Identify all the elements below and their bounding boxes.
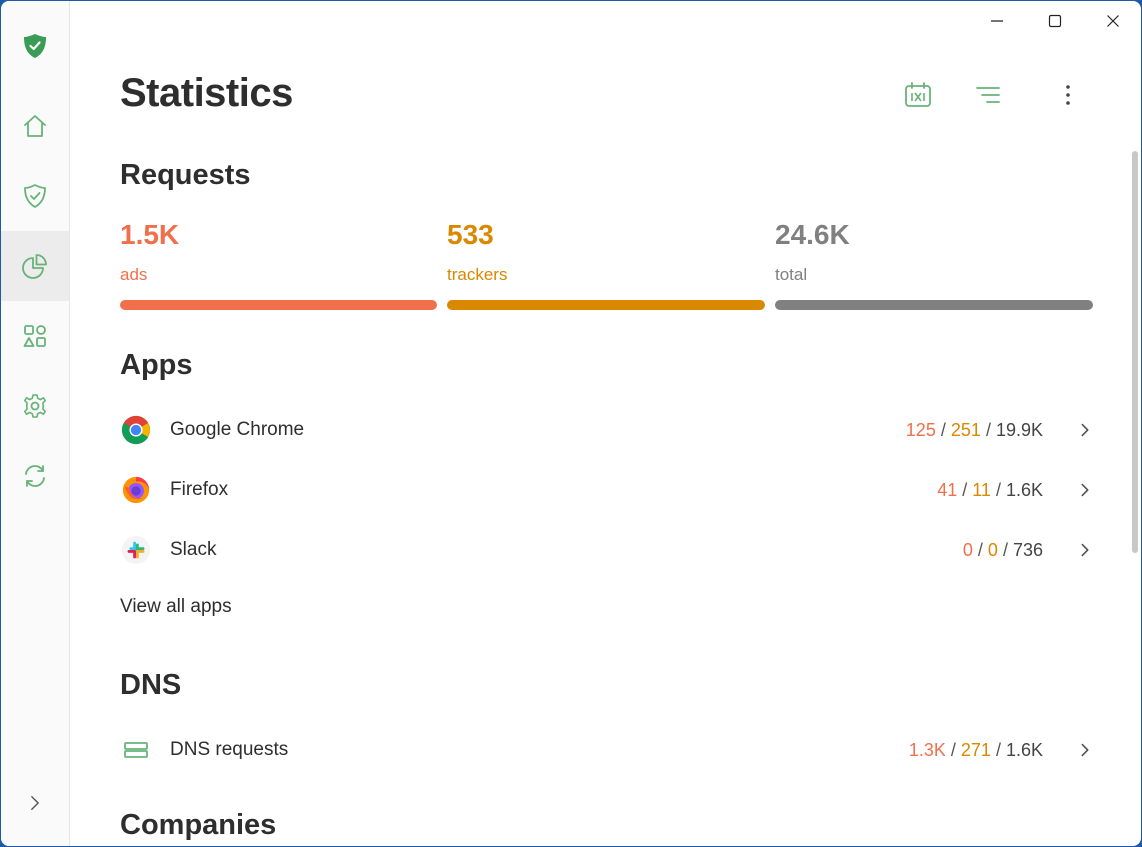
app-trackers-count: 251 (950, 419, 981, 440)
date-range-button[interactable] (900, 77, 936, 113)
dns-counts: 1.3K / 271 / 1.6K (909, 740, 1043, 761)
separator: / (962, 479, 973, 500)
total-bar (775, 300, 1093, 310)
separator: / (977, 539, 988, 560)
separator: / (940, 419, 951, 440)
trackers-label: trackers (447, 265, 508, 284)
sidebar-item-statistics[interactable] (1, 231, 69, 301)
apps-grid-icon (23, 325, 46, 347)
app-total-count: 19.9K (995, 419, 1043, 440)
trackers-stat[interactable]: 533 trackers (447, 219, 507, 285)
chevron-right-icon (1070, 475, 1100, 505)
view-all-apps-link[interactable]: View all apps (120, 596, 232, 618)
gear-icon (24, 394, 46, 418)
app-ads-count: 0 (962, 539, 973, 560)
app-row-chrome[interactable]: Google Chrome 125 / 251 / 19.9K (120, 410, 1100, 450)
ads-count: 1.5K (120, 219, 180, 250)
main-content: Statistics Requests 1.5K ads 533 tracker… (70, 1, 1141, 846)
separator: / (950, 739, 961, 760)
chevron-right-icon (1070, 415, 1100, 445)
app-counts: 0 / 0 / 736 (963, 540, 1043, 561)
app-total-count: 736 (1012, 539, 1043, 560)
total-stat[interactable]: 24.6K total (775, 219, 850, 285)
app-total-count: 1.6K (1005, 479, 1043, 500)
more-options-button[interactable] (1050, 77, 1086, 113)
chevron-right-icon (31, 796, 39, 810)
app-window: Statistics Requests 1.5K ads 533 tracker… (1, 1, 1141, 846)
dns-total-count: 1.6K (1005, 739, 1043, 760)
adguard-logo (1, 11, 69, 81)
ads-stat[interactable]: 1.5K ads (120, 219, 179, 285)
trackers-count: 533 (447, 219, 494, 250)
app-ads-count: 125 (905, 419, 936, 440)
chevron-right-icon (1070, 535, 1100, 565)
companies-section-title: Companies (120, 809, 277, 841)
dns-ads-count: 1.3K (908, 739, 946, 760)
more-vertical-icon (1066, 85, 1070, 105)
app-row-slack[interactable]: Slack 0 / 0 / 736 (120, 530, 1100, 570)
dns-requests-label: DNS requests (170, 739, 289, 760)
dns-section-title: DNS (120, 669, 182, 701)
filter-icon (976, 87, 1000, 103)
apps-section-title: Apps (120, 349, 193, 381)
separator: / (1002, 539, 1013, 560)
calendar-icon (905, 82, 931, 107)
app-counts: 125 / 251 / 19.9K (906, 420, 1043, 441)
app-row-firefox[interactable]: Firefox 41 / 11 / 1.6K (120, 470, 1100, 510)
sidebar-item-home[interactable] (1, 91, 69, 161)
sidebar-item-apps[interactable] (1, 301, 69, 371)
sidebar-expand-button[interactable] (1, 768, 69, 838)
sidebar-item-protection[interactable] (1, 161, 69, 231)
firefox-icon (120, 474, 152, 506)
separator: / (995, 479, 1006, 500)
app-counts: 41 / 11 / 1.6K (937, 480, 1043, 501)
total-label: total (775, 265, 808, 284)
app-trackers-count: 0 (987, 539, 998, 560)
sidebar (1, 1, 70, 846)
sync-icon (25, 465, 45, 487)
ads-label: ads (120, 265, 148, 284)
dns-trackers-count: 271 (960, 739, 991, 760)
page-title: Statistics (120, 71, 293, 115)
sidebar-item-sync[interactable] (1, 441, 69, 511)
filter-button[interactable] (970, 77, 1006, 113)
separator: / (995, 739, 1006, 760)
app-name: Firefox (170, 479, 229, 500)
app-ads-count: 41 (937, 479, 958, 500)
app-name: Google Chrome (170, 419, 305, 440)
vertical-scrollbar[interactable] (1132, 151, 1138, 553)
app-trackers-count: 11 (972, 479, 991, 500)
separator: / (985, 419, 996, 440)
chrome-icon (120, 414, 152, 446)
home-icon (24, 115, 46, 137)
server-icon (120, 734, 152, 766)
slack-icon (120, 534, 152, 566)
chevron-right-icon (1070, 735, 1100, 765)
dns-requests-row[interactable]: DNS requests 1.3K / 271 / 1.6K (120, 730, 1100, 770)
total-count: 24.6K (775, 219, 850, 250)
pie-chart-icon (22, 254, 47, 279)
sidebar-item-settings[interactable] (1, 371, 69, 441)
requests-section-title: Requests (120, 159, 251, 191)
shield-check-icon (24, 184, 46, 208)
adguard-shield-logo-icon (24, 34, 46, 58)
app-name: Slack (170, 539, 217, 560)
ads-bar (120, 300, 437, 310)
trackers-bar (447, 300, 765, 310)
